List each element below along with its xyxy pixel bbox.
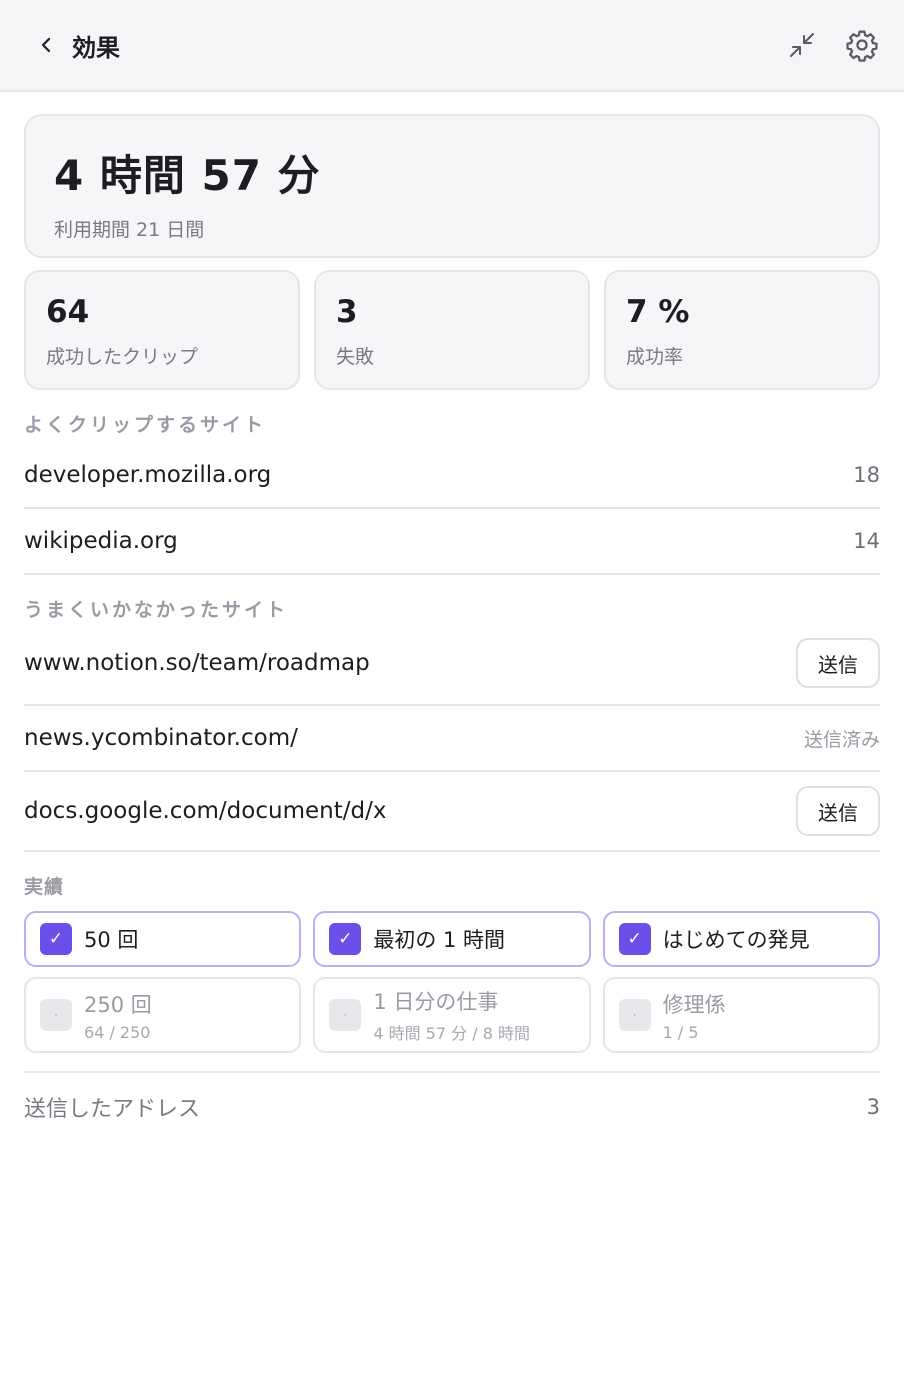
minimize-icon: [790, 33, 814, 57]
failed-site-name: www.notion.so/team/roadmap: [24, 650, 370, 676]
achievements-done-row: ✓ 50 回 ✓ 最初の 1 時間 ✓ はじめての発見: [24, 911, 880, 967]
site-name: wikipedia.org: [24, 528, 178, 554]
achievement-progress: 1 / 5: [662, 1022, 699, 1042]
chevron-left-icon: [41, 37, 51, 53]
page-title: 効果: [72, 33, 120, 62]
time-saved-card: 4 時間 57 分 利用期間 21 日間: [24, 114, 880, 258]
empty-check-icon: ·: [40, 999, 72, 1031]
settings-button[interactable]: [844, 27, 880, 63]
back-button[interactable]: [32, 31, 60, 59]
achievements-heading: 実績: [24, 876, 65, 898]
failed-site-name: news.ycombinator.com/: [24, 725, 298, 751]
stat-label: 成功率: [626, 346, 684, 368]
achievement-title: 50 回: [84, 928, 139, 952]
achievement-title: 250 回: [84, 992, 152, 1017]
achievement-badge[interactable]: ✓ 最初の 1 時間: [313, 911, 591, 967]
check-icon: ✓: [40, 923, 72, 955]
sent-addresses-label: 送信したアドレス: [24, 1097, 201, 1122]
stat-success-clips: 64 成功したクリップ: [24, 270, 300, 390]
check-icon: ✓: [618, 923, 651, 955]
send-button[interactable]: 送信: [796, 638, 880, 688]
list-item[interactable]: developer.mozilla.org 18: [24, 443, 880, 509]
stat-label: 成功したクリップ: [46, 346, 199, 368]
achievement-progress: 4 時間 57 分 / 8 時間: [373, 1024, 530, 1043]
failed-sites-heading: うまくいかなかったサイト: [24, 599, 289, 621]
achievement-badge[interactable]: ✓ はじめての発見: [602, 911, 880, 967]
achievements-todo-row: · 250 回 64 / 250 · 1 日分の仕事 4 時間 57 分 / 8…: [24, 977, 880, 1053]
empty-check-icon: ·: [329, 999, 362, 1031]
site-count: 14: [853, 529, 880, 553]
achievement-title: 最初の 1 時間: [373, 928, 506, 952]
time-saved-value: 4 時間 57 分: [54, 151, 321, 200]
stat-value: 7 %: [626, 294, 690, 330]
header-bar: 効果: [0, 0, 904, 92]
achievement-badge[interactable]: ✓ 50 回: [24, 911, 302, 967]
main-content: 4 時間 57 分 利用期間 21 日間 64 成功したクリップ 3 失敗 7 …: [0, 92, 904, 1141]
site-name: developer.mozilla.org: [24, 462, 272, 488]
stat-value: 64: [46, 294, 90, 330]
list-item[interactable]: wikipedia.org 14: [24, 509, 880, 575]
minimize-button[interactable]: [784, 27, 820, 63]
stats-row: 64 成功したクリップ 3 失敗 7 % 成功率: [24, 270, 880, 390]
sent-addresses-row[interactable]: 送信したアドレス 3: [24, 1071, 880, 1141]
stat-value: 3: [336, 294, 358, 330]
site-count: 18: [853, 463, 880, 487]
stat-failures: 3 失敗: [314, 270, 590, 390]
achievement-progress: 64 / 250: [84, 1022, 151, 1042]
failed-site-name: docs.google.com/document/d/x: [24, 798, 387, 824]
gear-icon: [846, 30, 878, 62]
list-item: www.notion.so/team/roadmap 送信: [24, 622, 880, 706]
list-item: news.ycombinator.com/ 送信済み: [24, 706, 880, 772]
empty-check-icon: ·: [618, 999, 651, 1031]
sent-status: 送信済み: [803, 728, 880, 751]
send-button[interactable]: 送信: [796, 786, 880, 836]
achievement-title: はじめての発見: [662, 928, 810, 952]
achievement-title: 修理係: [662, 992, 726, 1017]
achievement-badge[interactable]: · 修理係 1 / 5: [602, 977, 880, 1053]
stat-label: 失敗: [336, 346, 375, 368]
check-icon: ✓: [329, 923, 362, 955]
sent-addresses-count: 3: [866, 1095, 880, 1119]
achievement-badge[interactable]: · 1 日分の仕事 4 時間 57 分 / 8 時間: [313, 977, 591, 1053]
top-sites-heading: よくクリップするサイト: [24, 414, 267, 436]
usage-period: 利用期間 21 日間: [54, 219, 205, 241]
stat-success-rate: 7 % 成功率: [604, 270, 880, 390]
list-item: docs.google.com/document/d/x 送信: [24, 772, 880, 852]
achievement-title: 1 日分の仕事: [373, 990, 499, 1014]
achievement-badge[interactable]: · 250 回 64 / 250: [24, 977, 302, 1053]
